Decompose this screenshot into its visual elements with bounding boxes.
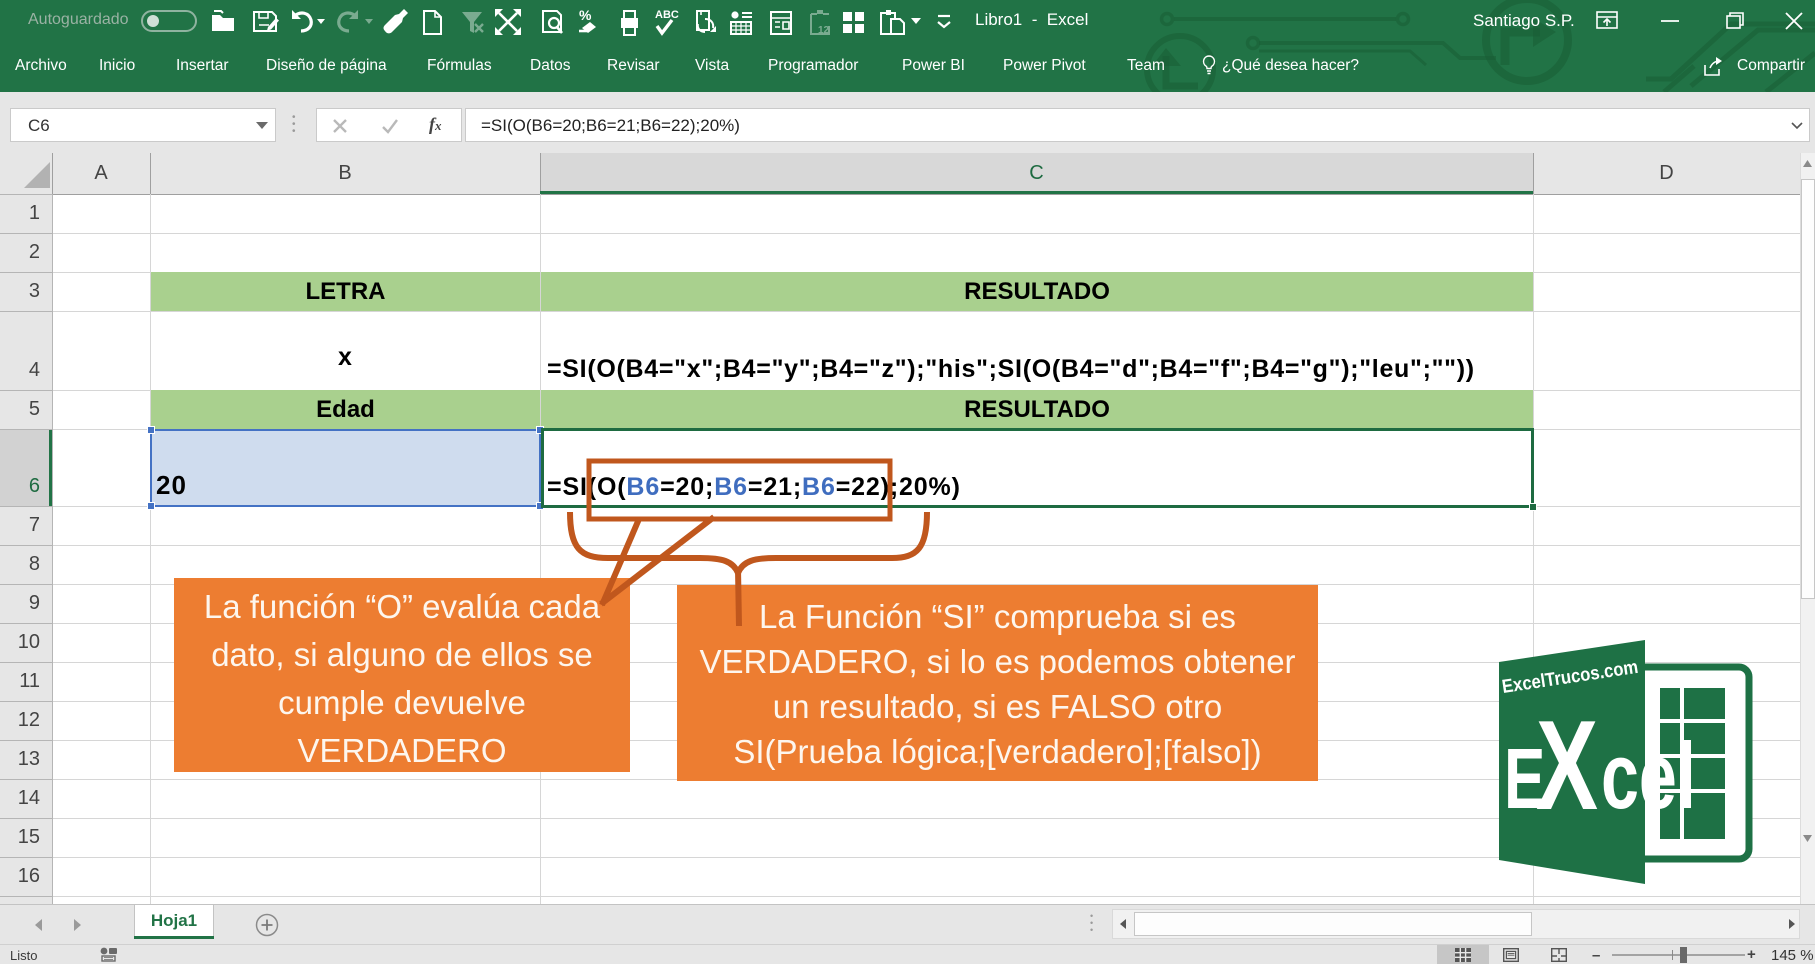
svg-text:12: 12 bbox=[818, 25, 830, 36]
svg-text:X: X bbox=[1536, 694, 1598, 837]
svg-text:%: % bbox=[579, 7, 592, 23]
svg-text:ABC: ABC bbox=[655, 9, 679, 21]
svg-text:cel: cel bbox=[1601, 725, 1696, 829]
